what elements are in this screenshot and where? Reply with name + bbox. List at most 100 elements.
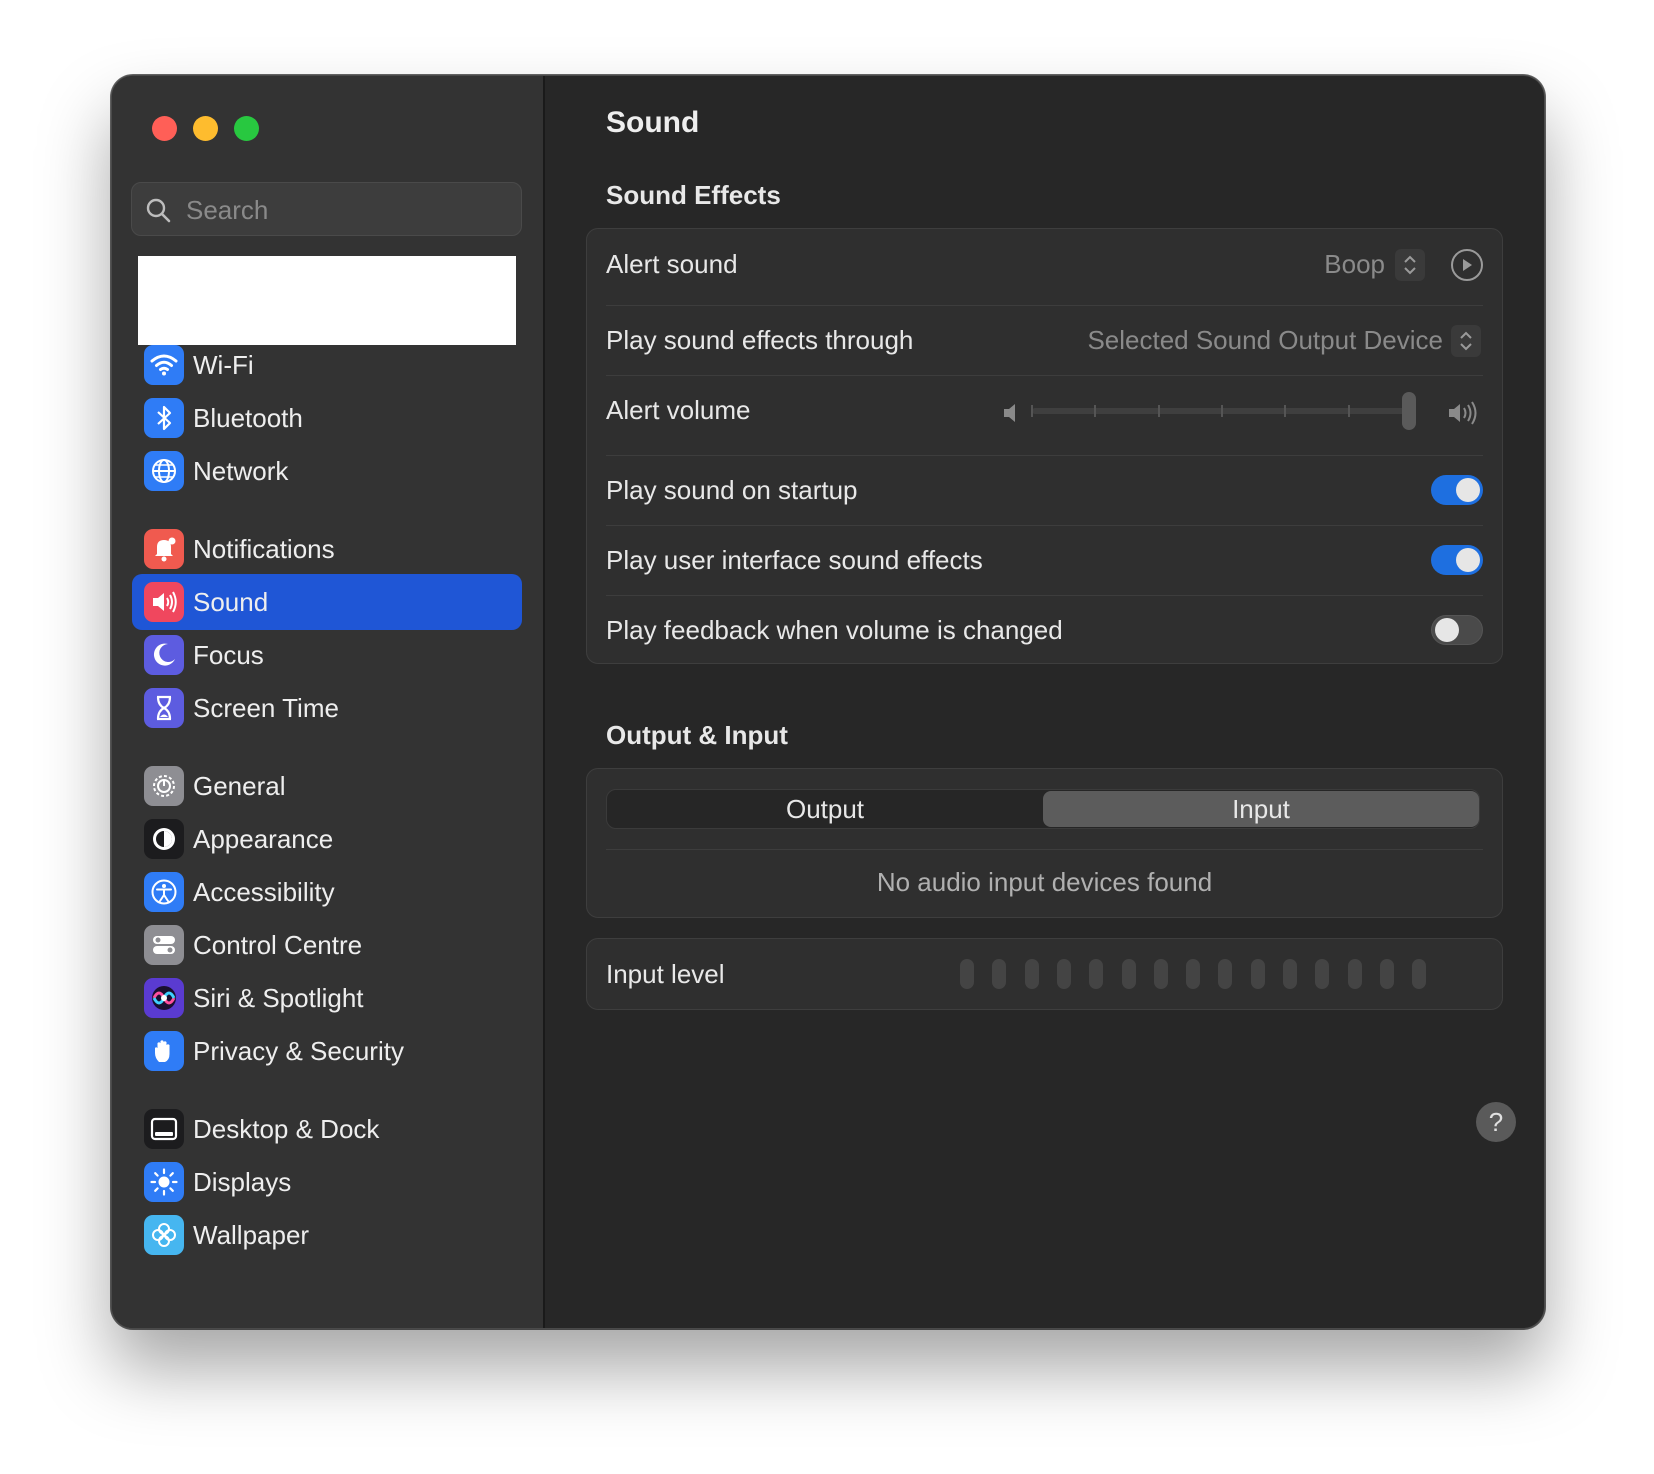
- input-level-segment: [1024, 959, 1039, 989]
- sound-effects-group: Alert sound Boop Play sound effects thro…: [586, 228, 1503, 664]
- hourglass-icon: [144, 688, 184, 728]
- close-window-button[interactable]: [152, 116, 177, 141]
- wifi-icon: [144, 345, 184, 385]
- sidebar-item-label: Bluetooth: [193, 403, 303, 433]
- hand-icon: [144, 1031, 184, 1071]
- flower-icon: [144, 1215, 184, 1255]
- sidebar-item-label: Notifications: [193, 534, 335, 564]
- bell-icon: [144, 529, 184, 569]
- input-level-label: Input level: [606, 959, 725, 989]
- slider-thumb[interactable]: [1402, 392, 1416, 430]
- slider-tick: [1347, 405, 1350, 417]
- sidebar-item-label: Control Centre: [193, 930, 363, 960]
- tab-input[interactable]: Input: [1043, 791, 1479, 827]
- sidebar-item-label: Wallpaper: [193, 1220, 310, 1250]
- sidebar-item-control-centre[interactable]: Control Centre: [132, 917, 522, 973]
- settings-window: Wi-Fi Bluetooth Network Notifications Sound F…: [111, 75, 1545, 1329]
- appearance-icon: [144, 819, 184, 859]
- accessibility-icon: [144, 872, 184, 912]
- volume-feedback-row: Play feedback when volume is changed: [606, 595, 1483, 665]
- startup-sound-toggle[interactable]: [1431, 475, 1483, 505]
- alert-sound-stepper[interactable]: [1395, 249, 1425, 281]
- input-level-segment: [1347, 959, 1362, 989]
- sidebar-item-label: Privacy & Security: [193, 1036, 404, 1066]
- sidebar-item-appearance[interactable]: Appearance: [132, 811, 522, 867]
- sidebar-item-wallpaper[interactable]: Wallpaper: [132, 1207, 522, 1263]
- minimize-window-button[interactable]: [193, 116, 218, 141]
- input-level-segment: [1186, 959, 1201, 989]
- sidebar-item-desktop-and-dock[interactable]: Desktop & Dock: [132, 1101, 522, 1157]
- startup-sound-label: Play sound on startup: [606, 475, 858, 505]
- volume-high-icon: [1449, 401, 1477, 425]
- ui-effects-row: Play user interface sound effects: [606, 525, 1483, 596]
- no-input-devices-message: No audio input devices found: [876, 867, 1213, 897]
- slider-tick: [1094, 405, 1097, 417]
- output-input-segmented-control: Output Input: [606, 789, 1480, 829]
- sidebar-item-screen-time[interactable]: Screen Time: [132, 680, 522, 736]
- toggle-knob: [1456, 548, 1480, 572]
- sidebar-item-label: Wi-Fi: [193, 350, 254, 380]
- sidebar-item-label: Screen Time: [193, 693, 339, 723]
- sidebar-item-label: Desktop & Dock: [193, 1114, 380, 1144]
- play-alert-sound-button[interactable]: [1451, 249, 1483, 281]
- startup-sound-row: Play sound on startup: [606, 455, 1483, 526]
- sidebar-item-displays[interactable]: Displays: [132, 1154, 522, 1210]
- siri-icon: [144, 978, 184, 1018]
- zoom-window-button[interactable]: [234, 116, 259, 141]
- input-level-segment: [992, 959, 1007, 989]
- alert-sound-label: Alert sound: [606, 249, 738, 279]
- sidebar-item-accessibility[interactable]: Accessibility: [132, 864, 522, 920]
- slider-tick: [1221, 405, 1223, 417]
- input-level-segment: [1089, 959, 1104, 989]
- sidebar-item-notifications[interactable]: Notifications: [132, 521, 522, 577]
- tab-output[interactable]: Output: [607, 790, 1043, 828]
- apple-account-card[interactable]: [138, 256, 516, 345]
- help-button[interactable]: ?: [1476, 1102, 1516, 1142]
- sidebar-item-label: Siri & Spotlight: [193, 983, 364, 1013]
- play-through-label: Play sound effects through: [606, 325, 914, 355]
- ui-effects-toggle[interactable]: [1431, 545, 1483, 575]
- sidebar-item-focus[interactable]: Focus: [132, 627, 522, 683]
- divider: [606, 849, 1483, 850]
- chevron-up-down-icon: [1404, 255, 1416, 275]
- sidebar-item-wi-fi[interactable]: Wi-Fi: [132, 337, 522, 393]
- input-level-segment: [1315, 959, 1330, 989]
- search-icon: [146, 198, 171, 223]
- sidebar-item-label: Network: [193, 456, 289, 486]
- search-input[interactable]: [184, 183, 508, 237]
- sidebar-item-label: Focus: [193, 640, 264, 670]
- alert-volume-slider[interactable]: [606, 375, 1483, 455]
- sidebar-item-siri-and-spotlight[interactable]: Siri & Spotlight: [132, 970, 522, 1026]
- sidebar-item-sound[interactable]: Sound: [132, 574, 522, 630]
- bluetooth-icon: [144, 398, 184, 438]
- sidebar-item-label: General: [193, 771, 286, 801]
- dock-icon: [144, 1109, 184, 1149]
- play-through-stepper[interactable]: [1451, 325, 1481, 357]
- input-level-segment: [1379, 959, 1394, 989]
- sidebar-item-bluetooth[interactable]: Bluetooth: [132, 390, 522, 446]
- output-input-group: Output Input No audio input devices foun…: [586, 768, 1503, 918]
- alert-sound-row: Alert sound Boop: [606, 229, 1483, 306]
- input-level-segment: [1121, 959, 1136, 989]
- sidebar-item-network[interactable]: Network: [132, 443, 522, 499]
- sound-effects-heading: Sound Effects: [606, 180, 781, 210]
- slider-tick: [1031, 405, 1033, 417]
- moon-icon: [144, 635, 184, 675]
- sun-icon: [144, 1162, 184, 1202]
- sidebar-item-general[interactable]: General: [132, 758, 522, 814]
- input-level-segment: [1250, 959, 1265, 989]
- play-through-popup[interactable]: Selected Sound Output Device: [1087, 325, 1443, 356]
- input-level-segment: [1283, 959, 1297, 989]
- globe-icon: [144, 451, 184, 491]
- sidebar-item-privacy-and-security[interactable]: Privacy & Security: [132, 1023, 522, 1079]
- input-level-segment: [1218, 959, 1233, 989]
- speaker-icon: [144, 582, 184, 622]
- ui-effects-label: Play user interface sound effects: [606, 545, 983, 575]
- toggle-knob: [1435, 618, 1459, 642]
- input-level-segment: [1056, 959, 1071, 989]
- alert-sound-popup[interactable]: Boop: [1324, 249, 1385, 280]
- sidebar-item-label: Sound: [193, 587, 269, 617]
- gear-icon: [144, 766, 184, 806]
- volume-feedback-toggle[interactable]: [1431, 615, 1483, 645]
- sidebar-search[interactable]: [131, 182, 522, 237]
